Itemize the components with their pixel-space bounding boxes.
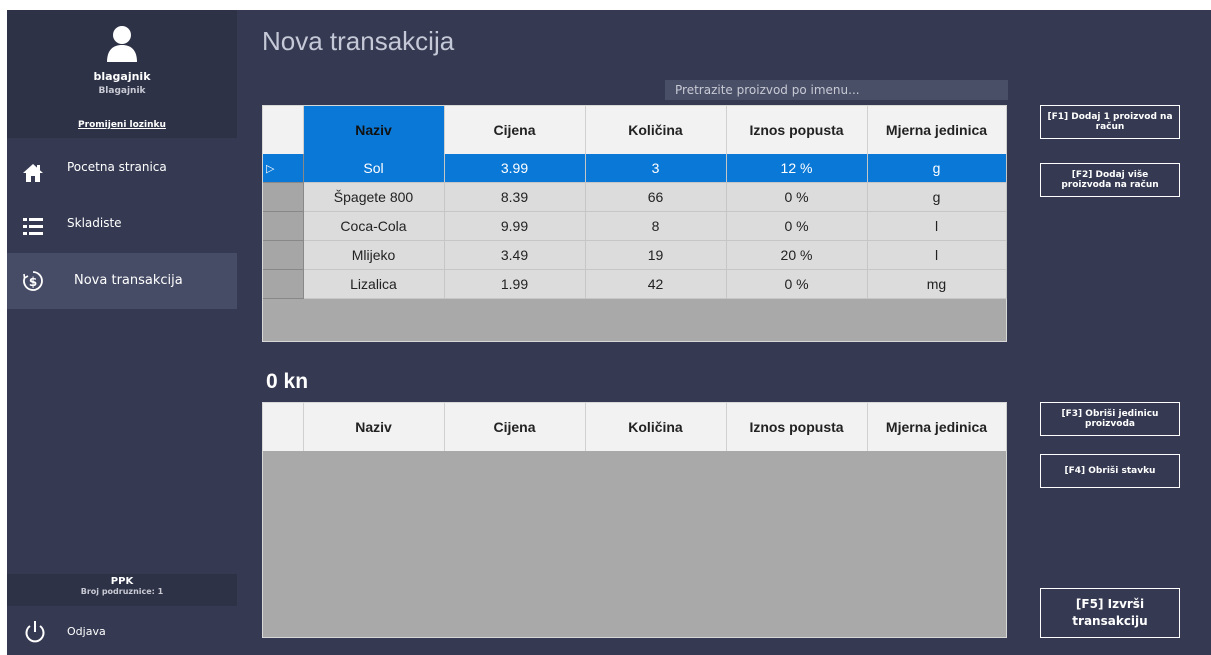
cell-name[interactable]: Sol bbox=[303, 154, 445, 183]
cart-row-header-corner bbox=[263, 403, 304, 451]
user-role: Blagajnik bbox=[98, 86, 146, 96]
cell-price[interactable]: 1.99 bbox=[444, 269, 586, 299]
table-row[interactable]: Špagete 800 8.39 66 0 % g bbox=[263, 182, 1007, 212]
row-header[interactable] bbox=[263, 211, 304, 241]
cell-price[interactable]: 3.99 bbox=[444, 154, 586, 183]
cell-discount[interactable]: 0 % bbox=[726, 269, 868, 299]
cell-name[interactable]: Coca-Cola bbox=[303, 211, 445, 241]
nav-item-home[interactable]: Pocetna stranica bbox=[7, 138, 237, 194]
cart-column-header-quantity[interactable]: Količina bbox=[585, 403, 727, 451]
table-row[interactable]: Mlijeko 3.49 19 20 % l bbox=[263, 240, 1007, 270]
row-header[interactable] bbox=[263, 182, 304, 212]
cell-name[interactable]: Lizalica bbox=[303, 269, 445, 299]
svg-text:$: $ bbox=[29, 275, 37, 289]
row-header[interactable] bbox=[263, 269, 304, 299]
power-icon bbox=[25, 621, 45, 643]
column-header-quantity[interactable]: Količina bbox=[585, 106, 727, 154]
nav-item-storage[interactable]: Skladiste bbox=[7, 194, 237, 250]
cell-price[interactable]: 9.99 bbox=[444, 211, 586, 241]
nav-item-new-transaction[interactable]: $ Nova transakcija bbox=[7, 253, 237, 309]
cell-quantity[interactable]: 42 bbox=[585, 269, 727, 299]
nav-label-home: Pocetna stranica bbox=[67, 160, 167, 174]
table-row-selected[interactable]: ▷ Sol 3.99 3 12 % g bbox=[263, 154, 1007, 183]
cell-unit[interactable]: g bbox=[867, 154, 1007, 183]
home-icon bbox=[23, 164, 43, 182]
add-multiple-products-button[interactable]: [F2] Dodaj više proizvoda na račun bbox=[1040, 163, 1180, 197]
table-row[interactable]: Lizalica 1.99 42 0 % mg bbox=[263, 269, 1007, 299]
row-header-selected[interactable]: ▷ bbox=[263, 154, 304, 183]
cell-price[interactable]: 8.39 bbox=[444, 182, 586, 212]
column-header-discount[interactable]: Iznos popusta bbox=[726, 106, 868, 154]
cell-unit[interactable]: g bbox=[867, 182, 1007, 212]
cart-column-header-name[interactable]: Naziv bbox=[303, 403, 445, 451]
cell-discount[interactable]: 0 % bbox=[726, 211, 868, 241]
cell-discount[interactable]: 12 % bbox=[726, 154, 868, 183]
sidebar: blagajnik Blagajnik Promijeni lozinku Po… bbox=[7, 10, 237, 655]
table-row[interactable]: Coca-Cola 9.99 8 0 % l bbox=[263, 211, 1007, 241]
user-avatar-icon bbox=[107, 26, 137, 62]
cell-quantity[interactable]: 19 bbox=[585, 240, 727, 270]
page-title: Nova transakcija bbox=[262, 26, 455, 56]
list-icon bbox=[23, 218, 43, 235]
remove-product-unit-button[interactable]: [F3] Obriši jedinicu proizvoda bbox=[1040, 402, 1180, 436]
cart-column-header-discount[interactable]: Iznos popusta bbox=[726, 403, 868, 451]
cell-unit[interactable]: l bbox=[867, 211, 1007, 241]
row-header[interactable] bbox=[263, 240, 304, 270]
total-amount: 0 kn bbox=[266, 370, 309, 393]
cell-quantity[interactable]: 3 bbox=[585, 154, 727, 183]
cart-grid[interactable]: Naziv Cijena Količina Iznos popusta Mjer… bbox=[262, 402, 1007, 638]
cell-quantity[interactable]: 8 bbox=[585, 211, 727, 241]
cell-discount[interactable]: 0 % bbox=[726, 182, 868, 212]
column-header-price[interactable]: Cijena bbox=[444, 106, 586, 154]
branch-info: PPK Broj podruznice: 1 bbox=[7, 574, 237, 606]
cart-column-header-price[interactable]: Cijena bbox=[444, 403, 586, 451]
cell-unit[interactable]: mg bbox=[867, 269, 1007, 299]
cell-name[interactable]: Mlijeko bbox=[303, 240, 445, 270]
cell-name[interactable]: Špagete 800 bbox=[303, 182, 445, 212]
branch-number: Broj podruznice: 1 bbox=[80, 587, 164, 596]
product-search-input[interactable] bbox=[665, 80, 1008, 100]
logout-label: Odjava bbox=[67, 625, 106, 638]
nav-label-new-transaction: Nova transakcija bbox=[74, 273, 183, 288]
user-name: blagajnik bbox=[93, 70, 151, 83]
change-password-link[interactable]: Promijeni lozinku bbox=[7, 120, 237, 130]
column-header-name[interactable]: Naziv bbox=[303, 106, 445, 154]
logout-button[interactable]: Odjava bbox=[7, 615, 237, 651]
cell-discount[interactable]: 20 % bbox=[726, 240, 868, 270]
cell-price[interactable]: 3.49 bbox=[444, 240, 586, 270]
column-header-unit[interactable]: Mjerna jedinica bbox=[867, 106, 1007, 154]
add-one-product-button[interactable]: [F1] Dodaj 1 proizvod na račun bbox=[1040, 105, 1180, 139]
execute-transaction-button[interactable]: [F5] Izvrši transakciju bbox=[1040, 588, 1180, 638]
cart-column-header-unit[interactable]: Mjerna jedinica bbox=[867, 403, 1007, 451]
cell-unit[interactable]: l bbox=[867, 240, 1007, 270]
app-window: blagajnik Blagajnik Promijeni lozinku Po… bbox=[7, 10, 1211, 655]
row-header-corner bbox=[263, 106, 304, 154]
branch-name: PPK bbox=[110, 576, 134, 587]
remove-item-button[interactable]: [F4] Obriši stavku bbox=[1040, 454, 1180, 488]
products-grid[interactable]: Naziv Cijena Količina Iznos popusta Mjer… bbox=[262, 105, 1007, 342]
cell-quantity[interactable]: 66 bbox=[585, 182, 727, 212]
user-block: blagajnik Blagajnik Promijeni lozinku bbox=[7, 10, 237, 138]
money-icon: $ bbox=[23, 271, 43, 291]
nav-label-storage: Skladiste bbox=[67, 216, 122, 230]
